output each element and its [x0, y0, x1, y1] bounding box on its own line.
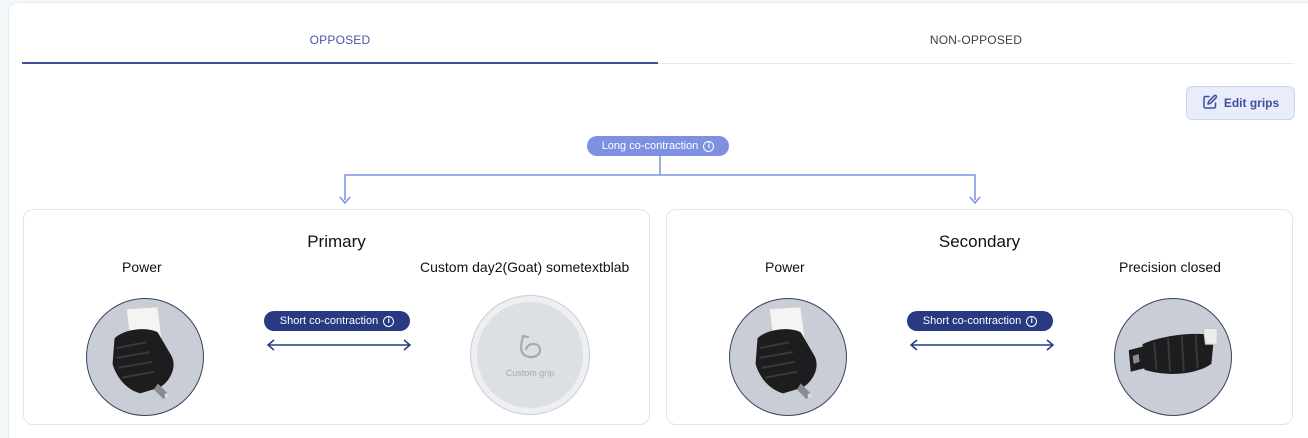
info-icon[interactable]: i: [703, 140, 715, 152]
power-grip-image[interactable]: [729, 298, 847, 416]
short-co-contraction-arrow: [909, 339, 1055, 351]
primary-title: Primary: [307, 232, 366, 251]
short-co-contraction-label: Short co-contraction: [922, 315, 1022, 327]
secondary-left-grip-label: Power: [765, 259, 805, 275]
precision-closed-grip-image[interactable]: [1114, 298, 1232, 416]
primary-short-co-contraction-badge: Short co-contraction i: [264, 311, 410, 331]
long-co-contraction-badge: Long co-contraction i: [587, 136, 729, 156]
short-co-contraction-label: Short co-contraction: [279, 315, 379, 327]
primary-right-grip-label: Custom day2(Goat) sometextblab: [420, 259, 630, 275]
secondary-title: Secondary: [938, 232, 1021, 251]
short-co-contraction-arrow: [266, 339, 412, 351]
long-co-contraction-label: Long co-contraction: [601, 140, 699, 152]
custom-grip-text: Custom grip: [505, 368, 555, 378]
arm-flex-icon: [519, 334, 542, 359]
secondary-right-grip-label: Precision closed: [1119, 259, 1221, 275]
info-icon[interactable]: i: [1026, 315, 1038, 327]
secondary-short-co-contraction-badge: Short co-contraction i: [907, 311, 1053, 331]
secondary-card: Secondary Power Precision closed Short c…: [666, 209, 1293, 425]
power-grip-image[interactable]: [86, 298, 204, 416]
info-icon[interactable]: i: [383, 315, 395, 327]
custom-grip-image[interactable]: Custom grip: [471, 296, 589, 414]
primary-left-grip-label: Power: [122, 259, 162, 275]
primary-card: Primary Power Custom day2(Goat) sometext…: [23, 209, 650, 425]
